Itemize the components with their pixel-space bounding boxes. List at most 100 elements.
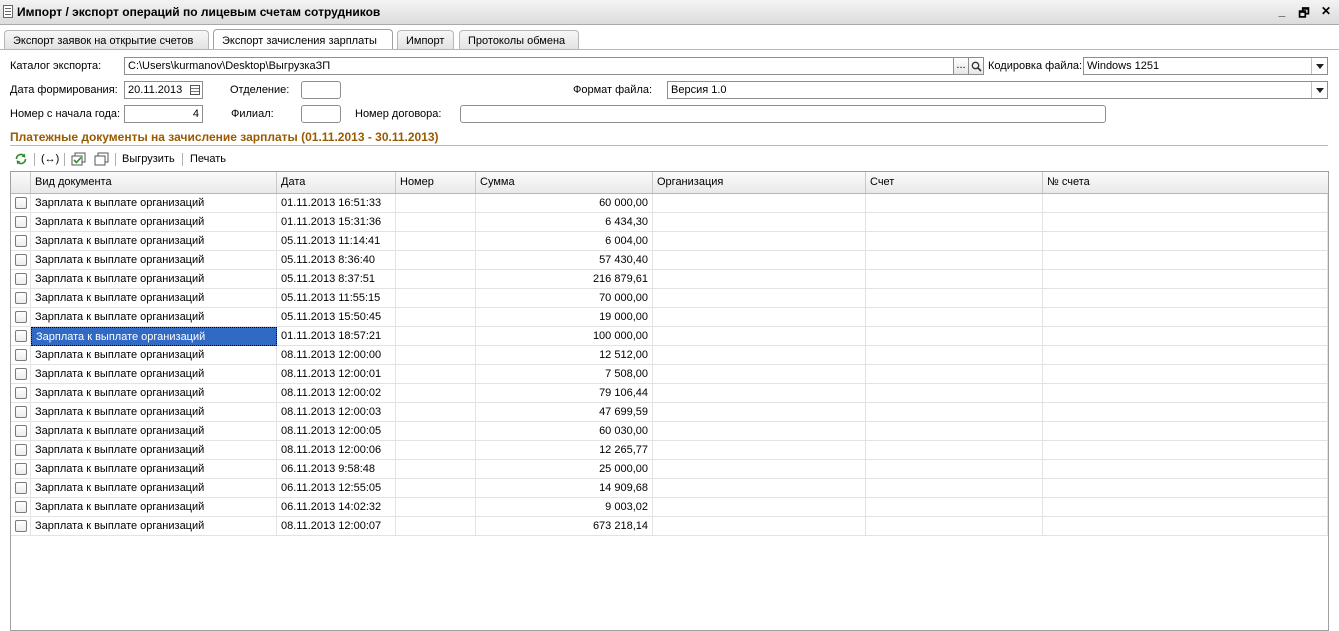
table-row[interactable]: Зарплата к выплате организаций 01.11.2013…	[11, 194, 1328, 213]
cell-document-type: Зарплата к выплате организаций	[31, 289, 277, 308]
header-document-type[interactable]: Вид документа	[31, 172, 277, 193]
cell-number	[396, 441, 476, 460]
tab-import[interactable]: Импорт	[397, 30, 454, 49]
window-controls: _ 🗗 ✕	[1275, 4, 1333, 25]
table-row[interactable]: Зарплата к выплате организаций 08.11.2013…	[11, 365, 1328, 384]
table-row[interactable]: Зарплата к выплате организаций 01.11.2013…	[11, 213, 1328, 232]
cell-number	[396, 308, 476, 327]
cell-checkbox	[11, 441, 31, 460]
cell-account	[866, 403, 1043, 422]
header-number[interactable]: Номер	[396, 172, 476, 193]
cell-checkbox	[11, 251, 31, 270]
close-button[interactable]: ✕	[1319, 4, 1333, 25]
export-button[interactable]: Выгрузить	[122, 150, 175, 168]
uncheck-all-button[interactable]	[94, 150, 110, 168]
cell-account-number	[1043, 479, 1328, 498]
department-field[interactable]	[301, 81, 341, 99]
header-date[interactable]: Дата	[277, 172, 396, 193]
table-row[interactable]: Зарплата к выплате организаций 05.11.2013…	[11, 232, 1328, 251]
row-checkbox[interactable]	[15, 330, 27, 342]
contract-field[interactable]	[460, 105, 1106, 123]
table-row[interactable]: Зарплата к выплате организаций 08.11.2013…	[11, 346, 1328, 365]
cell-date: 01.11.2013 15:31:36	[277, 213, 396, 232]
table-row[interactable]: Зарплата к выплате организаций 06.11.2013…	[11, 479, 1328, 498]
cell-document-type: Зарплата к выплате организаций	[31, 498, 277, 517]
cell-organization	[653, 346, 866, 365]
row-checkbox[interactable]	[15, 197, 27, 209]
row-checkbox[interactable]	[15, 520, 27, 532]
cell-number	[396, 232, 476, 251]
minimize-button[interactable]: _	[1275, 4, 1289, 25]
table-row[interactable]: Зарплата к выплате организаций 06.11.2013…	[11, 460, 1328, 479]
cell-checkbox	[11, 517, 31, 536]
row-checkbox[interactable]	[15, 482, 27, 494]
row-checkbox[interactable]	[15, 273, 27, 285]
table-row[interactable]: Зарплата к выплате организаций 05.11.2013…	[11, 270, 1328, 289]
table-row[interactable]: Зарплата к выплате организаций 01.11.2013…	[11, 327, 1328, 346]
row-checkbox[interactable]	[15, 368, 27, 380]
cell-account	[866, 384, 1043, 403]
catalog-field[interactable]: C:\Users\kurmanov\Desktop\ВыгрузкаЗП	[124, 57, 955, 75]
header-organization[interactable]: Организация	[653, 172, 866, 193]
cell-account	[866, 327, 1043, 346]
cell-sum: 12 512,00	[476, 346, 653, 365]
table-row[interactable]: Зарплата к выплате организаций 06.11.2013…	[11, 498, 1328, 517]
row-checkbox[interactable]	[15, 463, 27, 475]
number-field[interactable]: 4	[124, 105, 203, 123]
row-checkbox[interactable]	[15, 425, 27, 437]
cell-account	[866, 346, 1043, 365]
chevron-down-icon[interactable]	[1311, 58, 1327, 74]
table-row[interactable]: Зарплата к выплате организаций 08.11.2013…	[11, 441, 1328, 460]
toolbar-separator	[34, 153, 35, 166]
range-button[interactable]: (↔)	[41, 150, 59, 168]
table-row[interactable]: Зарплата к выплате организаций 08.11.2013…	[11, 403, 1328, 422]
cell-document-type: Зарплата к выплате организаций	[31, 517, 277, 536]
refresh-icon	[15, 153, 27, 165]
check-all-button[interactable]	[71, 150, 87, 168]
header-sum[interactable]: Сумма	[476, 172, 653, 193]
header-account-number[interactable]: № счета	[1043, 172, 1328, 193]
search-icon	[971, 61, 982, 72]
date-field[interactable]: 20.11.2013	[124, 81, 203, 99]
tab-export-account-requests[interactable]: Экспорт заявок на открытие счетов	[4, 30, 209, 49]
row-checkbox[interactable]	[15, 501, 27, 513]
row-checkbox[interactable]	[15, 444, 27, 456]
table-row[interactable]: Зарплата к выплате организаций 05.11.2013…	[11, 251, 1328, 270]
cell-organization	[653, 213, 866, 232]
row-checkbox[interactable]	[15, 254, 27, 266]
table-row[interactable]: Зарплата к выплате организаций 08.11.2013…	[11, 517, 1328, 536]
table-row[interactable]: Зарплата к выплате организаций 05.11.2013…	[11, 289, 1328, 308]
cell-organization	[653, 498, 866, 517]
restore-button[interactable]: 🗗	[1297, 4, 1311, 25]
row-checkbox[interactable]	[15, 216, 27, 228]
tab-export-salary[interactable]: Экспорт зачисления зарплаты	[213, 29, 393, 49]
cell-number	[396, 384, 476, 403]
row-checkbox[interactable]	[15, 349, 27, 361]
cell-account	[866, 289, 1043, 308]
refresh-button[interactable]	[14, 150, 28, 168]
print-button[interactable]: Печать	[190, 150, 226, 168]
row-checkbox[interactable]	[15, 235, 27, 247]
table-row[interactable]: Зарплата к выплате организаций 05.11.2013…	[11, 308, 1328, 327]
encoding-select[interactable]: Windows 1251	[1083, 57, 1328, 75]
chevron-down-icon[interactable]	[1311, 82, 1327, 98]
header-account[interactable]: Счет	[866, 172, 1043, 193]
cell-date: 08.11.2013 12:00:02	[277, 384, 396, 403]
format-label: Формат файла:	[573, 84, 653, 96]
table-row[interactable]: Зарплата к выплате организаций 08.11.2013…	[11, 422, 1328, 441]
calendar-icon[interactable]	[190, 85, 200, 95]
cell-document-type: Зарплата к выплате организаций	[31, 270, 277, 289]
row-checkbox[interactable]	[15, 292, 27, 304]
search-button[interactable]	[968, 57, 984, 75]
branch-field[interactable]	[301, 105, 341, 123]
row-checkbox[interactable]	[15, 387, 27, 399]
tab-exchange-protocols[interactable]: Протоколы обмена	[459, 30, 579, 49]
row-checkbox[interactable]	[15, 406, 27, 418]
table-row[interactable]: Зарплата к выплате организаций 08.11.2013…	[11, 384, 1328, 403]
format-value: Версия 1.0	[671, 84, 727, 96]
range-icon: (↔)	[41, 153, 60, 165]
browse-button[interactable]: ...	[953, 57, 969, 75]
row-checkbox[interactable]	[15, 311, 27, 323]
format-select[interactable]: Версия 1.0	[667, 81, 1328, 99]
cell-number	[396, 517, 476, 536]
